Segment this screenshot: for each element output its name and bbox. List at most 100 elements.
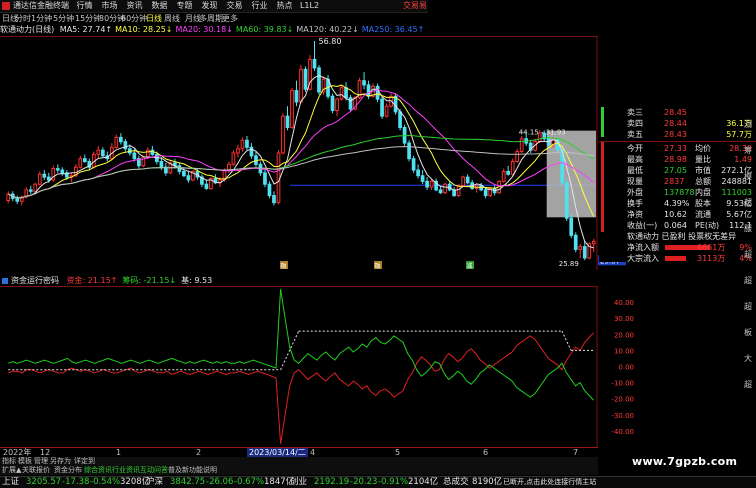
index-quote-field[interactable]: -0.54%: [90, 477, 120, 488]
stock-chart-title: 软通动力(日线): [0, 25, 55, 34]
indicator-checkbox-icon[interactable]: [2, 277, 8, 284]
sub-axis-label: 0.00: [618, 364, 634, 372]
tab-item[interactable]: 详定到: [74, 457, 95, 466]
menu-item-6[interactable]: 交易: [222, 0, 247, 12]
candlestick-chart[interactable]: 56.80 44.15 - 31.93 25.89 融 融 减: [0, 36, 598, 270]
menu-item-4[interactable]: 专题: [172, 0, 197, 12]
candle-body: [55, 168, 60, 171]
quote-row: 收益(一) 0.064 PE(动) 112.1: [627, 221, 752, 230]
ma-legend: 软通动力(日线) MA5: 27.74↑ MA10: 28.25↓ MA20: 30…: [0, 24, 427, 35]
tab-item[interactable]: 指标: [2, 457, 16, 466]
sidebar-item[interactable]: 大: [744, 354, 752, 364]
sidebar-item[interactable]: 板: [744, 328, 752, 338]
candle-body: [150, 149, 155, 155]
candle-body: [33, 183, 38, 192]
fund-flow-row: 大宗流入 3113万 4%: [627, 254, 752, 263]
sidebar-item[interactable]: 超: [744, 276, 752, 286]
candle-body: [483, 189, 488, 197]
index-quote-field[interactable]: 创业: [290, 477, 307, 488]
menu-item-8[interactable]: 热点: [272, 0, 297, 12]
tab-item[interactable]: 普及新功能说明: [168, 466, 217, 475]
app-title: 通达信金融终端: [13, 1, 69, 10]
period-10[interactable]: 多周期: [199, 13, 223, 24]
menu-item-3[interactable]: 数据: [147, 0, 172, 12]
menu-item-0[interactable]: 行情: [72, 0, 97, 12]
tab-item[interactable]: 资金分布: [54, 466, 82, 475]
tab-item[interactable]: 模板: [18, 457, 32, 466]
sidebar-item[interactable]: 超: [744, 380, 752, 390]
candle-body: [28, 189, 33, 192]
menu-item-2[interactable]: 资讯: [122, 0, 147, 12]
candle-body: [515, 151, 520, 163]
index-quote-field[interactable]: -17.38: [62, 477, 89, 488]
tab-item[interactable]: 综合资讯: [84, 466, 112, 475]
trade-button[interactable]: 交易易: [403, 0, 427, 12]
sub-legend-item: 资金: 21.15↑: [66, 276, 118, 285]
order-book-row[interactable]: 卖五 28.43 57.7万: [599, 129, 756, 140]
period-3[interactable]: 5分钟: [53, 13, 74, 24]
period-1[interactable]: 分时: [15, 13, 31, 24]
sidebar-item[interactable]: 模: [744, 172, 752, 182]
stock-tags[interactable]: 软通动力 已盈利 投票权无差异: [599, 231, 756, 242]
connection-status-link[interactable]: 已断开,点击此处连接行情主站: [503, 477, 596, 488]
index-quote-field[interactable]: -0.67%: [234, 477, 264, 488]
sidebar-item[interactable]: 超: [744, 250, 752, 260]
sidebar-item[interactable]: 服: [744, 224, 752, 234]
sidebar-item[interactable]: 超: [744, 302, 752, 312]
ma5-line: [8, 75, 594, 249]
candle-body: [46, 176, 51, 181]
order-book-row[interactable]: 卖四 28.44 36.1万: [599, 118, 756, 129]
sub-legend-item: 基: 9.53: [181, 276, 213, 285]
period-4[interactable]: 15分钟: [75, 13, 101, 24]
index-quote-field[interactable]: 2104亿: [408, 477, 438, 488]
sub-indicator-name[interactable]: 资金运行密码: [11, 276, 59, 285]
candle-body: [330, 95, 335, 111]
menu-item-7[interactable]: 行业: [247, 0, 272, 12]
period-8[interactable]: 周线: [164, 13, 180, 24]
candle-body: [339, 87, 344, 100]
sidebar-item[interactable]: 筹: [744, 146, 752, 156]
menu-item-1[interactable]: 市场: [97, 0, 122, 12]
tab-item[interactable]: 另存为: [50, 457, 71, 466]
event-marker-label: 融: [375, 262, 381, 270]
status-bar: 上证 3205.57 -17.38 -0.54% 3208亿 沪深 3842.75 -26.0…: [0, 476, 756, 488]
candle-body: [569, 217, 574, 236]
tab-item[interactable]: 行业资讯: [112, 466, 140, 475]
index-quote-field[interactable]: -0.91%: [378, 477, 408, 488]
sidebar-item[interactable]: 超: [744, 198, 752, 208]
order-book-row[interactable]: 卖三 28.45: [599, 107, 756, 118]
candle-body: [398, 111, 402, 128]
candle-body: [573, 234, 578, 250]
candle-body: [501, 170, 506, 182]
candle-body: [100, 149, 105, 157]
tab-item[interactable]: 关联报价: [22, 466, 50, 475]
tab-item[interactable]: 扩展▲: [2, 466, 21, 475]
index-quote-field[interactable]: -26.06: [206, 477, 233, 488]
index-quote-field[interactable]: 3842.75: [170, 477, 205, 488]
index-quote-field[interactable]: 沪深: [146, 477, 163, 488]
event-marker-label: 融: [281, 262, 287, 270]
candle-body: [231, 152, 236, 165]
quote-row: 最低 27.05 市值 272.1亿: [627, 166, 752, 175]
period-6[interactable]: 60分钟: [121, 13, 147, 24]
menu-item-9[interactable]: L1L2: [297, 0, 322, 12]
candle-body: [114, 136, 119, 148]
candle-body: [443, 183, 447, 194]
menu-item-5[interactable]: 发现: [197, 0, 222, 12]
tab-item[interactable]: 互动问答: [140, 466, 168, 475]
candle-body: [118, 136, 123, 143]
tab-item[interactable]: 管理: [34, 457, 48, 466]
index-quote-field[interactable]: 上证: [2, 477, 19, 488]
fund-flow-indicator-chart[interactable]: [0, 286, 598, 447]
period-2[interactable]: 1分钟: [31, 13, 52, 24]
sidebar-item[interactable]: 测: [744, 120, 752, 130]
ma-legend-item: MA60: 39.83↓: [235, 25, 294, 34]
index-quote-field[interactable]: 3205.57: [26, 477, 61, 488]
index-quote-field[interactable]: 2192.19: [314, 477, 349, 488]
period-7[interactable]: 日线: [146, 13, 162, 24]
sub-axis-label: 10.00: [614, 347, 634, 355]
ma-legend-item: MA10: 28.25↓: [115, 25, 173, 34]
index-quote-field[interactable]: -20.23: [350, 477, 377, 488]
period-11[interactable]: 更多: [222, 13, 238, 24]
candle-body: [380, 98, 384, 117]
